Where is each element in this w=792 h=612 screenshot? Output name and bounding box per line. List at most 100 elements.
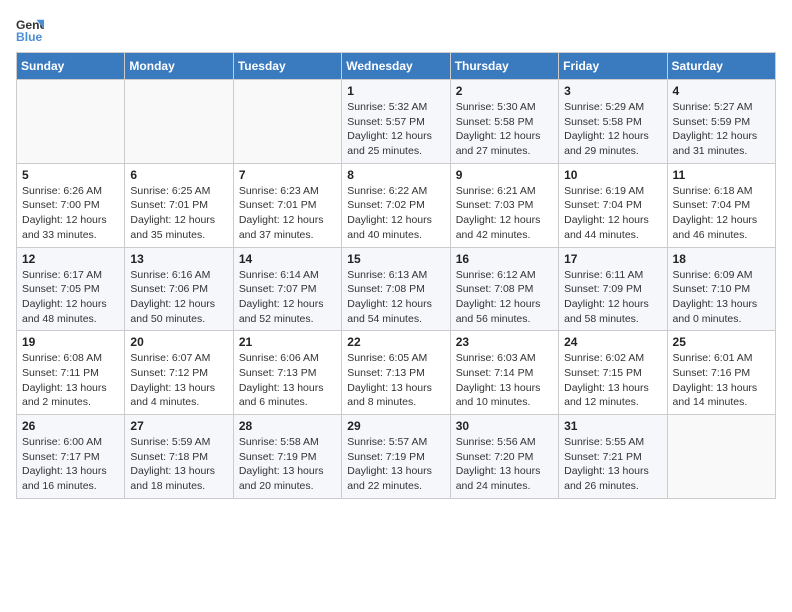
weekday-header-sunday: Sunday	[17, 53, 125, 80]
day-number: 14	[239, 252, 336, 266]
calendar-cell: 14 Sunrise: 6:14 AM Sunset: 7:07 PM Dayli…	[233, 247, 341, 331]
day-number: 11	[673, 168, 770, 182]
day-number: 7	[239, 168, 336, 182]
calendar-cell: 24 Sunrise: 6:02 AM Sunset: 7:15 PM Dayli…	[559, 331, 667, 415]
day-number: 25	[673, 335, 770, 349]
calendar-cell: 19 Sunrise: 6:08 AM Sunset: 7:11 PM Dayli…	[17, 331, 125, 415]
logo: General Blue	[16, 16, 44, 44]
cell-details: Sunrise: 5:30 AM Sunset: 5:58 PM Dayligh…	[456, 100, 553, 159]
day-number: 24	[564, 335, 661, 349]
day-number: 27	[130, 419, 227, 433]
cell-details: Sunrise: 6:02 AM Sunset: 7:15 PM Dayligh…	[564, 351, 661, 410]
day-number: 30	[456, 419, 553, 433]
cell-details: Sunrise: 6:11 AM Sunset: 7:09 PM Dayligh…	[564, 268, 661, 327]
calendar-cell: 17 Sunrise: 6:11 AM Sunset: 7:09 PM Dayli…	[559, 247, 667, 331]
calendar-cell: 11 Sunrise: 6:18 AM Sunset: 7:04 PM Dayli…	[667, 163, 775, 247]
calendar-cell	[125, 80, 233, 164]
calendar-cell: 12Sunrise: 6:17 AM Sunset: 7:05 PM Dayli…	[17, 247, 125, 331]
day-number: 10	[564, 168, 661, 182]
calendar-cell: 29 Sunrise: 5:57 AM Sunset: 7:19 PM Dayli…	[342, 415, 450, 499]
day-number: 5	[22, 168, 119, 182]
calendar-cell: 1 Sunrise: 5:32 AM Sunset: 5:57 PM Daylig…	[342, 80, 450, 164]
cell-details: Sunrise: 6:07 AM Sunset: 7:12 PM Dayligh…	[130, 351, 227, 410]
cell-details: Sunrise: 6:18 AM Sunset: 7:04 PM Dayligh…	[673, 184, 770, 243]
page-header: General Blue	[16, 16, 776, 44]
cell-details: Sunrise: 5:59 AM Sunset: 7:18 PM Dayligh…	[130, 435, 227, 494]
weekday-header-wednesday: Wednesday	[342, 53, 450, 80]
calendar-cell: 3Sunrise: 5:29 AM Sunset: 5:58 PM Daylig…	[559, 80, 667, 164]
day-number: 26	[22, 419, 119, 433]
cell-details: Sunrise: 5:29 AM Sunset: 5:58 PM Dayligh…	[564, 100, 661, 159]
day-number: 15	[347, 252, 444, 266]
calendar-cell: 26 Sunrise: 6:00 AM Sunset: 7:17 PM Dayli…	[17, 415, 125, 499]
day-number: 31	[564, 419, 661, 433]
week-row-2: 12Sunrise: 6:17 AM Sunset: 7:05 PM Dayli…	[17, 247, 776, 331]
day-number: 21	[239, 335, 336, 349]
week-row-1: 5 Sunrise: 6:26 AM Sunset: 7:00 PM Daylig…	[17, 163, 776, 247]
day-number: 22	[347, 335, 444, 349]
cell-details: Sunrise: 6:21 AM Sunset: 7:03 PM Dayligh…	[456, 184, 553, 243]
day-number: 6	[130, 168, 227, 182]
day-number: 19	[22, 335, 119, 349]
weekday-header-saturday: Saturday	[667, 53, 775, 80]
week-row-0: 1 Sunrise: 5:32 AM Sunset: 5:57 PM Daylig…	[17, 80, 776, 164]
weekday-header-friday: Friday	[559, 53, 667, 80]
day-number: 4	[673, 84, 770, 98]
calendar-cell: 6 Sunrise: 6:25 AM Sunset: 7:01 PM Daylig…	[125, 163, 233, 247]
logo-icon: General Blue	[16, 16, 44, 44]
cell-details: Sunrise: 6:13 AM Sunset: 7:08 PM Dayligh…	[347, 268, 444, 327]
cell-details: Sunrise: 6:22 AM Sunset: 7:02 PM Dayligh…	[347, 184, 444, 243]
cell-details: Sunrise: 6:01 AM Sunset: 7:16 PM Dayligh…	[673, 351, 770, 410]
day-number: 9	[456, 168, 553, 182]
cell-details: Sunrise: 6:26 AM Sunset: 7:00 PM Dayligh…	[22, 184, 119, 243]
day-number: 23	[456, 335, 553, 349]
day-number: 17	[564, 252, 661, 266]
weekday-header-monday: Monday	[125, 53, 233, 80]
calendar-cell: 9 Sunrise: 6:21 AM Sunset: 7:03 PM Daylig…	[450, 163, 558, 247]
cell-details: Sunrise: 5:56 AM Sunset: 7:20 PM Dayligh…	[456, 435, 553, 494]
calendar-cell: 20 Sunrise: 6:07 AM Sunset: 7:12 PM Dayli…	[125, 331, 233, 415]
calendar-cell: 30 Sunrise: 5:56 AM Sunset: 7:20 PM Dayli…	[450, 415, 558, 499]
cell-details: Sunrise: 6:09 AM Sunset: 7:10 PM Dayligh…	[673, 268, 770, 327]
week-row-4: 26 Sunrise: 6:00 AM Sunset: 7:17 PM Dayli…	[17, 415, 776, 499]
day-number: 16	[456, 252, 553, 266]
day-number: 13	[130, 252, 227, 266]
cell-details: Sunrise: 6:17 AM Sunset: 7:05 PM Dayligh…	[22, 268, 119, 327]
calendar-cell: 2 Sunrise: 5:30 AM Sunset: 5:58 PM Daylig…	[450, 80, 558, 164]
cell-details: Sunrise: 6:08 AM Sunset: 7:11 PM Dayligh…	[22, 351, 119, 410]
calendar-cell: 8 Sunrise: 6:22 AM Sunset: 7:02 PM Daylig…	[342, 163, 450, 247]
svg-text:Blue: Blue	[16, 30, 43, 44]
day-number: 2	[456, 84, 553, 98]
cell-details: Sunrise: 6:23 AM Sunset: 7:01 PM Dayligh…	[239, 184, 336, 243]
calendar-cell: 27 Sunrise: 5:59 AM Sunset: 7:18 PM Dayli…	[125, 415, 233, 499]
day-number: 18	[673, 252, 770, 266]
day-number: 20	[130, 335, 227, 349]
calendar-cell: 28 Sunrise: 5:58 AM Sunset: 7:19 PM Dayli…	[233, 415, 341, 499]
cell-details: Sunrise: 6:25 AM Sunset: 7:01 PM Dayligh…	[130, 184, 227, 243]
cell-details: Sunrise: 5:32 AM Sunset: 5:57 PM Dayligh…	[347, 100, 444, 159]
calendar-cell: 15 Sunrise: 6:13 AM Sunset: 7:08 PM Dayli…	[342, 247, 450, 331]
cell-details: Sunrise: 5:57 AM Sunset: 7:19 PM Dayligh…	[347, 435, 444, 494]
day-number: 29	[347, 419, 444, 433]
calendar-cell: 16Sunrise: 6:12 AM Sunset: 7:08 PM Dayli…	[450, 247, 558, 331]
calendar-cell: 7 Sunrise: 6:23 AM Sunset: 7:01 PM Daylig…	[233, 163, 341, 247]
cell-details: Sunrise: 6:14 AM Sunset: 7:07 PM Dayligh…	[239, 268, 336, 327]
cell-details: Sunrise: 6:19 AM Sunset: 7:04 PM Dayligh…	[564, 184, 661, 243]
calendar-cell: 18 Sunrise: 6:09 AM Sunset: 7:10 PM Dayli…	[667, 247, 775, 331]
cell-details: Sunrise: 5:55 AM Sunset: 7:21 PM Dayligh…	[564, 435, 661, 494]
day-number: 28	[239, 419, 336, 433]
calendar-cell: 22 Sunrise: 6:05 AM Sunset: 7:13 PM Dayli…	[342, 331, 450, 415]
calendar-cell	[17, 80, 125, 164]
day-number: 1	[347, 84, 444, 98]
cell-details: Sunrise: 6:00 AM Sunset: 7:17 PM Dayligh…	[22, 435, 119, 494]
calendar-cell: 23Sunrise: 6:03 AM Sunset: 7:14 PM Dayli…	[450, 331, 558, 415]
cell-details: Sunrise: 5:58 AM Sunset: 7:19 PM Dayligh…	[239, 435, 336, 494]
week-row-3: 19 Sunrise: 6:08 AM Sunset: 7:11 PM Dayli…	[17, 331, 776, 415]
weekday-header-tuesday: Tuesday	[233, 53, 341, 80]
cell-details: Sunrise: 5:27 AM Sunset: 5:59 PM Dayligh…	[673, 100, 770, 159]
cell-details: Sunrise: 6:05 AM Sunset: 7:13 PM Dayligh…	[347, 351, 444, 410]
calendar-cell: 4 Sunrise: 5:27 AM Sunset: 5:59 PM Daylig…	[667, 80, 775, 164]
calendar-cell	[233, 80, 341, 164]
day-number: 8	[347, 168, 444, 182]
cell-details: Sunrise: 6:06 AM Sunset: 7:13 PM Dayligh…	[239, 351, 336, 410]
